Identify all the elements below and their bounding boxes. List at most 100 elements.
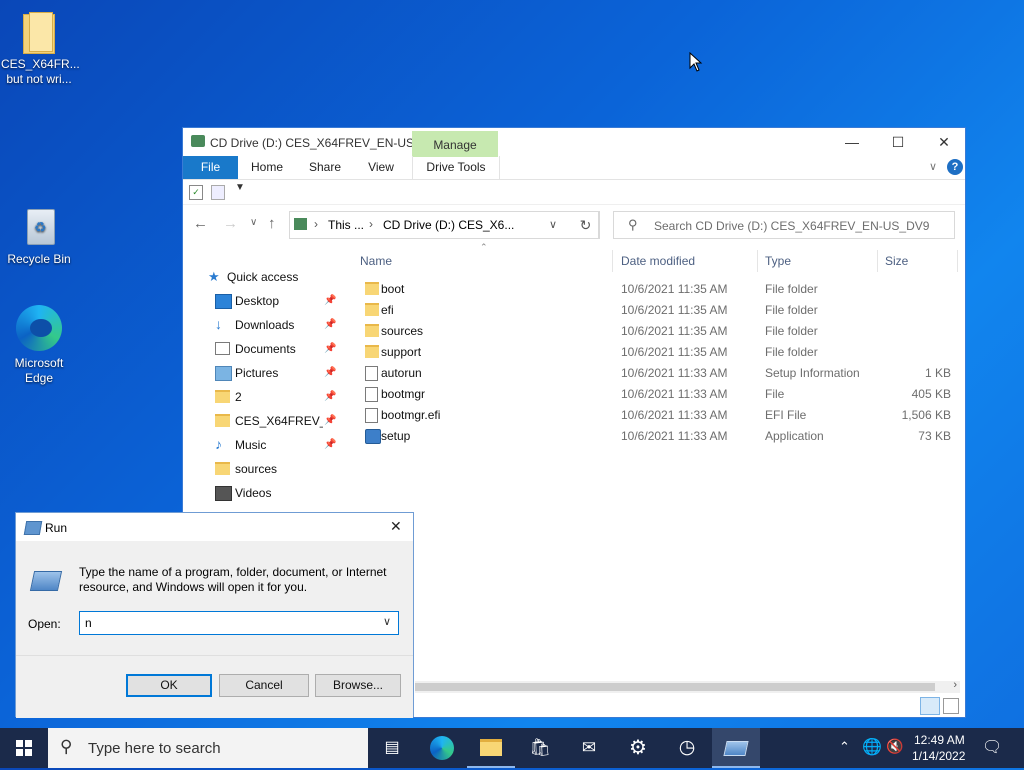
tab-file[interactable]: File	[183, 156, 238, 179]
tab-home[interactable]: Home	[243, 156, 291, 179]
column-name[interactable]: Name	[359, 250, 613, 272]
windows-start-icon[interactable]	[0, 728, 48, 768]
breadcrumb-this-pc[interactable]: This ...	[328, 218, 364, 232]
open-input-value[interactable]: n	[85, 616, 92, 630]
address-bar[interactable]: › This ... › CD Drive (D:) CES_X6... ∨	[289, 211, 599, 239]
minimize-button[interactable]: —	[829, 128, 875, 156]
list-item[interactable]: efi 10/6/2021 11:35 AM File folder	[359, 300, 959, 321]
task-view-icon[interactable]: ▤	[368, 728, 416, 768]
close-button[interactable]: ✕	[921, 128, 967, 156]
file-list: boot 10/6/2021 11:35 AM File folder efi …	[359, 279, 959, 447]
customize-dropdown-icon[interactable]: ▼	[235, 182, 245, 193]
horizontal-scrollbar[interactable]: ›	[415, 679, 960, 693]
nav-label: CES_X64FREV_EN	[235, 414, 323, 428]
file-explorer-icon[interactable]	[467, 728, 515, 768]
nav-item-downloads[interactable]: ↓ Downloads 📌	[183, 313, 348, 337]
nav-item-music[interactable]: ♪ Music 📌	[183, 433, 348, 457]
tab-share[interactable]: Share	[301, 156, 349, 179]
nav-item-desktop[interactable]: Desktop 📌	[183, 289, 348, 313]
recent-locations-icon[interactable]: ∨	[250, 217, 257, 228]
scroll-right-icon[interactable]: ›	[953, 679, 957, 691]
mail-icon[interactable]: ✉	[565, 728, 613, 768]
up-arrow-icon[interactable]: ↑	[268, 215, 276, 232]
list-item[interactable]: bootmgr.efi 10/6/2021 11:33 AM EFI File …	[359, 405, 959, 426]
properties-icon[interactable]: ✓	[189, 185, 203, 200]
file-type: Setup Information	[765, 366, 860, 380]
taskbar-search-placeholder: Type here to search	[88, 740, 221, 757]
clock-app-icon[interactable]: ◷	[663, 728, 711, 768]
file-type: EFI File	[765, 408, 807, 422]
list-item[interactable]: support 10/6/2021 11:35 AM File folder	[359, 342, 959, 363]
nav-item-pictures[interactable]: Pictures 📌	[183, 361, 348, 385]
file-date: 10/6/2021 11:35 AM	[621, 345, 728, 359]
details-view-icon[interactable]	[920, 697, 940, 715]
close-icon[interactable]: ✕	[390, 518, 402, 535]
notification-center-icon[interactable]: 🗨	[982, 737, 1002, 757]
new-folder-icon[interactable]	[211, 185, 225, 200]
file-name: bootmgr.efi	[381, 408, 441, 422]
document-icon	[215, 342, 230, 355]
file-type: Application	[765, 429, 824, 443]
file-icon	[365, 408, 378, 423]
list-item[interactable]: boot 10/6/2021 11:35 AM File folder	[359, 279, 959, 300]
column-size[interactable]: Size	[884, 250, 958, 272]
pin-icon: 📌	[324, 415, 337, 426]
desktop-icon-recycle-bin[interactable]: ♻ Recycle Bin	[1, 205, 77, 267]
chevron-down-icon[interactable]: ∨	[383, 615, 391, 628]
file-size: 1 KB	[924, 366, 951, 380]
browse-button[interactable]: Browse...	[315, 674, 401, 697]
store-icon[interactable]: 🛍	[516, 728, 564, 768]
clock-date[interactable]: 1/14/2022	[912, 749, 965, 763]
tab-manage[interactable]: Manage	[412, 131, 498, 157]
chevron-down-icon[interactable]: ∨	[929, 160, 937, 173]
show-hidden-icons-chevron-icon[interactable]: ⌃	[839, 739, 850, 755]
search-icon: ⚲	[628, 217, 638, 232]
network-icon[interactable]: 🌐	[862, 737, 882, 757]
column-type[interactable]: Type	[764, 250, 878, 272]
nav-quick-access[interactable]: ★ Quick access	[183, 265, 348, 289]
run-task-icon[interactable]	[712, 728, 760, 768]
cancel-button[interactable]: Cancel	[219, 674, 309, 697]
list-item[interactable]: setup 10/6/2021 11:33 AM Application 73 …	[359, 426, 959, 447]
tab-drive-tools[interactable]: Drive Tools	[412, 156, 500, 179]
clock-time[interactable]: 12:49 AM	[914, 733, 965, 747]
pin-icon: 📌	[324, 319, 337, 330]
mouse-cursor-icon	[689, 51, 703, 75]
nav-item-documents[interactable]: Documents 📌	[183, 337, 348, 361]
refresh-button[interactable]: ↻	[572, 211, 600, 239]
desktop-icon-ces-folder[interactable]: CES_X64FR... but not wri...	[1, 10, 80, 87]
volume-muted-icon[interactable]: 🔇	[886, 738, 903, 755]
run-description: Type the name of a program, folder, docu…	[79, 565, 387, 594]
navigation-pane: ★ Quick access Desktop 📌 ↓ Downloads 📌 D…	[183, 265, 348, 505]
title-bar: CD Drive (D:) CES_X64FREV_EN-US_... Mana…	[183, 128, 967, 157]
column-date-modified[interactable]: Date modified	[620, 250, 758, 272]
help-icon[interactable]: ?	[947, 159, 963, 175]
scrollbar-thumb[interactable]	[415, 683, 935, 691]
chevron-down-icon[interactable]: ∨	[549, 218, 557, 231]
list-item[interactable]: bootmgr 10/6/2021 11:33 AM File 405 KB	[359, 384, 959, 405]
folder-icon	[365, 303, 379, 316]
nav-item-videos[interactable]: Videos	[183, 481, 348, 505]
file-type: File folder	[765, 324, 818, 338]
nav-item-sources[interactable]: sources	[183, 457, 348, 481]
tab-view[interactable]: View	[359, 156, 403, 179]
edge-icon[interactable]	[418, 728, 466, 768]
nav-item-ces-folder[interactable]: CES_X64FREV_EN 📌	[183, 409, 348, 433]
search-input[interactable]: ⚲ Search CD Drive (D:) CES_X64FREV_EN-US…	[613, 211, 955, 239]
breadcrumb-cd-drive[interactable]: CD Drive (D:) CES_X6...	[383, 218, 514, 232]
settings-gear-icon[interactable]: ⚙	[614, 728, 662, 768]
ok-button[interactable]: OK	[126, 674, 212, 697]
nav-item-2[interactable]: 2 📌	[183, 385, 348, 409]
music-icon: ♪	[215, 436, 222, 452]
large-icons-view-icon[interactable]	[943, 698, 959, 714]
run-program-icon	[29, 571, 63, 591]
list-item[interactable]: autorun 10/6/2021 11:33 AM Setup Informa…	[359, 363, 959, 384]
taskbar-search-box[interactable]: ⚲ Type here to search	[48, 728, 368, 768]
list-item[interactable]: sources 10/6/2021 11:35 AM File folder	[359, 321, 959, 342]
maximize-button[interactable]: ☐	[875, 128, 921, 156]
desktop-icon-edge[interactable]: Microsoft Edge	[1, 303, 77, 386]
back-arrow-icon[interactable]: ←	[193, 215, 208, 232]
file-size: 1,506 KB	[901, 408, 951, 422]
forward-arrow-icon[interactable]: →	[223, 215, 238, 232]
open-combobox[interactable]: n ∨	[79, 611, 399, 635]
